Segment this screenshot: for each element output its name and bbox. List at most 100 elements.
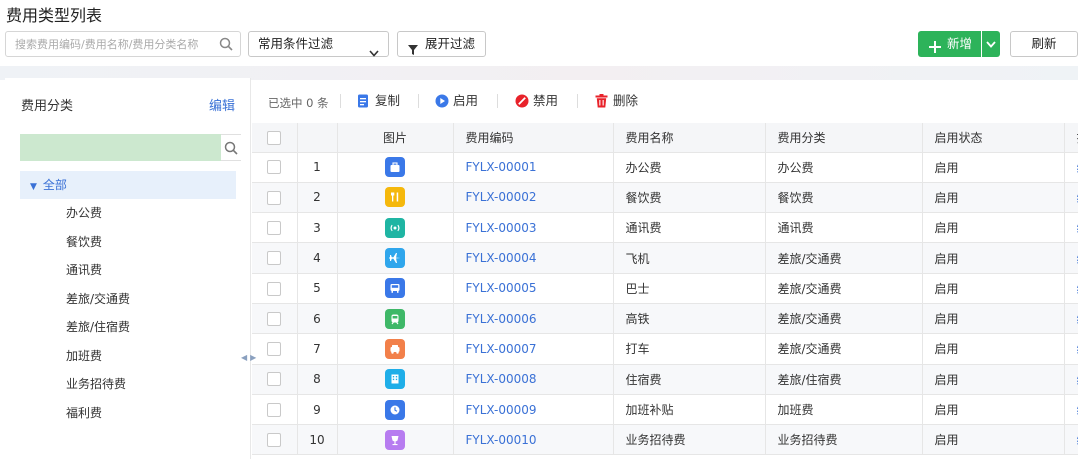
row-image-cell — [337, 364, 454, 395]
search-box[interactable] — [5, 31, 241, 57]
tree-item[interactable]: 餐饮费 — [20, 228, 236, 257]
tree-item[interactable]: 通讯费 — [20, 256, 236, 285]
row-index: 10 — [297, 424, 338, 456]
column-header-name[interactable]: 费用名称 — [613, 123, 766, 153]
row-checkbox[interactable] — [267, 402, 282, 417]
status-cell: 启用 — [922, 242, 1065, 274]
row-action-link[interactable]: 编 — [1064, 242, 1078, 274]
row-action-link[interactable]: 编 — [1064, 424, 1078, 456]
briefcase-icon — [385, 157, 405, 178]
column-header-image[interactable]: 图片 — [337, 123, 454, 153]
expense-code-link[interactable]: FYLX-00006 — [453, 303, 614, 335]
expense-code-link[interactable]: FYLX-00003 — [453, 212, 614, 244]
row-select-cell — [252, 364, 298, 395]
row-action-link[interactable]: 编 — [1064, 182, 1078, 214]
caret-down-icon[interactable]: ▼ — [30, 173, 37, 201]
expense-name: 加班补贴 — [613, 394, 766, 426]
divider — [497, 94, 498, 108]
expand-filter-button[interactable]: 展开过滤 — [397, 31, 486, 57]
expense-name: 办公费 — [613, 152, 766, 183]
delete-button[interactable]: 删除 — [595, 92, 638, 110]
search-input[interactable] — [6, 32, 211, 56]
tree-item-all[interactable]: ▼ 全部 — [20, 171, 236, 199]
expense-code-link[interactable]: FYLX-00009 — [453, 394, 614, 426]
row-action-link[interactable]: 编 — [1064, 394, 1078, 426]
expense-name: 业务招待费 — [613, 424, 766, 456]
tree-search-button[interactable] — [221, 134, 241, 161]
row-checkbox[interactable] — [267, 190, 282, 205]
expense-name: 住宿费 — [613, 364, 766, 395]
table-row[interactable]: 2FYLX-00002餐饮费餐饮费启用编 — [252, 182, 1078, 214]
table-row[interactable]: 9 FYLX-00009加班补贴加班费启用编 — [252, 394, 1078, 426]
row-action-link[interactable]: 编 — [1064, 333, 1078, 365]
row-select-cell — [252, 212, 298, 244]
tree-item[interactable]: 福利费 — [20, 399, 236, 428]
table-row[interactable]: 6 FYLX-00006高铁差旅/交通费启用编 — [252, 303, 1078, 335]
column-header-status[interactable]: 启用状态 — [922, 123, 1065, 153]
expense-code-link[interactable]: FYLX-00002 — [453, 182, 614, 214]
row-checkbox[interactable] — [267, 220, 282, 235]
row-action-link[interactable]: 编 — [1064, 303, 1078, 335]
expense-code-link[interactable]: FYLX-00010 — [453, 424, 614, 456]
sidebar-title: 费用分类 — [21, 99, 74, 114]
column-header-actions[interactable]: 操 — [1064, 123, 1078, 153]
filter-select[interactable]: 常用条件过滤 — [248, 31, 389, 57]
row-index: 2 — [297, 182, 338, 214]
table-row[interactable]: 5 FYLX-00005巴士差旅/交通费启用编 — [252, 273, 1078, 304]
disable-button[interactable]: 禁用 — [515, 92, 558, 110]
column-header-code[interactable]: 费用编码 — [453, 123, 614, 153]
enable-button[interactable]: 启用 — [435, 92, 478, 110]
expense-category: 差旅/交通费 — [765, 333, 923, 365]
row-checkbox[interactable] — [267, 160, 282, 175]
row-checkbox[interactable] — [267, 311, 282, 326]
row-action-link[interactable]: 编 — [1064, 364, 1078, 395]
table-row[interactable]: 8 FYLX-00008住宿费差旅/住宿费启用编 — [252, 364, 1078, 395]
table-row[interactable]: 4 FYLX-00004飞机差旅/交通费启用编 — [252, 242, 1078, 274]
disable-label: 禁用 — [533, 93, 559, 108]
row-select-cell — [252, 273, 298, 304]
row-index: 3 — [297, 212, 338, 244]
row-action-link[interactable]: 编 — [1064, 273, 1078, 304]
play-circle-icon — [435, 94, 449, 108]
row-checkbox[interactable] — [267, 281, 282, 296]
sidebar-edit-link[interactable]: 编辑 — [209, 95, 235, 114]
table-row[interactable]: 1FYLX-00001办公费办公费启用编 — [252, 152, 1078, 183]
row-action-link[interactable]: 编 — [1064, 212, 1078, 244]
add-dropdown-button[interactable] — [982, 31, 1000, 57]
expense-code-link[interactable]: FYLX-00007 — [453, 333, 614, 365]
expense-category: 办公费 — [765, 152, 923, 183]
expense-code-link[interactable]: FYLX-00008 — [453, 364, 614, 395]
plane-icon — [385, 248, 405, 269]
tree-item[interactable]: 办公费 — [20, 199, 236, 228]
hotel-icon — [385, 369, 405, 390]
row-checkbox[interactable] — [267, 342, 282, 357]
enable-label: 启用 — [453, 93, 479, 108]
expense-code-link[interactable]: FYLX-00005 — [453, 273, 614, 304]
row-checkbox[interactable] — [267, 372, 282, 387]
table-row[interactable]: 10FYLX-00010业务招待费业务招待费启用编 — [252, 424, 1078, 456]
refresh-button[interactable]: 刷新 — [1010, 31, 1078, 57]
search-icon[interactable] — [219, 37, 233, 51]
clock-icon — [385, 399, 405, 420]
tree-item[interactable]: 差旅/交通费 — [20, 285, 236, 314]
expense-code-link[interactable]: FYLX-00004 — [453, 242, 614, 274]
tree-root-label: 全部 — [42, 178, 67, 192]
tree-search-input[interactable] — [20, 134, 221, 161]
expense-code-link[interactable]: FYLX-00001 — [453, 152, 614, 183]
tree-item[interactable]: 加班费 — [20, 342, 236, 371]
add-button-label: 新增 — [947, 36, 973, 51]
table-row[interactable]: 7 FYLX-00007打车差旅/交通费启用编 — [252, 333, 1078, 365]
row-action-link[interactable]: 编 — [1064, 152, 1078, 183]
row-index: 8 — [297, 364, 338, 395]
add-button[interactable]: 新增 — [918, 31, 981, 57]
tree-item[interactable]: 差旅/住宿费 — [20, 313, 236, 342]
row-checkbox[interactable] — [267, 433, 282, 448]
row-checkbox[interactable] — [267, 251, 282, 266]
expense-name: 通讯费 — [613, 212, 766, 244]
table-row[interactable]: 3FYLX-00003通讯费通讯费启用编 — [252, 212, 1078, 244]
tree-item[interactable]: 业务招待费 — [20, 370, 236, 399]
row-select-cell — [252, 152, 298, 183]
copy-button[interactable]: 复制 — [357, 92, 400, 110]
column-header-category[interactable]: 费用分类 — [765, 123, 923, 153]
select-all-checkbox[interactable] — [267, 130, 282, 145]
